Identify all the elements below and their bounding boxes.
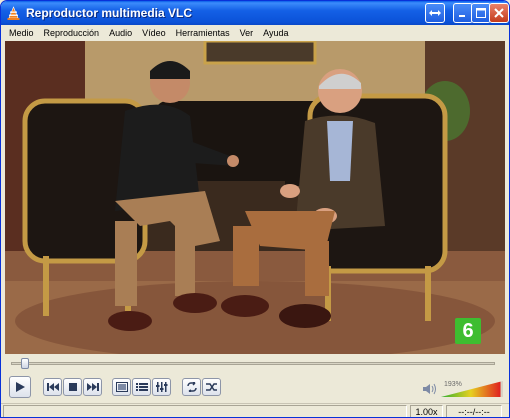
fullscreen-icon [115,382,128,392]
maximize-button[interactable] [471,3,491,23]
channel-logo: 6 [455,318,481,344]
seek-bar[interactable] [7,358,505,369]
control-panel: 193% [1,370,509,404]
menu-reproduccion[interactable]: Reproducción [39,28,105,38]
menu-medio[interactable]: Medio [4,28,39,38]
seek-track[interactable] [11,362,495,365]
vlc-cone-icon [6,5,21,21]
fullscreen-button[interactable] [112,378,131,396]
compact-mode-button[interactable] [425,3,445,23]
next-icon [86,383,99,391]
video-area[interactable]: 6 [5,41,505,354]
minimize-icon [459,15,465,17]
close-button[interactable] [489,3,509,23]
random-button[interactable] [202,378,221,396]
status-message [3,405,407,417]
shuffle-icon [205,383,217,391]
maximize-icon [476,8,486,18]
status-bar: 1.00x --:--/--:-- [1,403,509,417]
stop-icon [68,383,77,391]
title-bar[interactable]: Reproductor multimedia VLC [1,1,509,25]
video-frame [5,41,505,354]
menu-ayuda[interactable]: Ayuda [258,28,293,38]
previous-icon [46,383,59,391]
menu-audio[interactable]: Audio [104,28,137,38]
menu-ver[interactable]: Ver [235,28,259,38]
play-button[interactable] [9,376,31,398]
playback-speed[interactable]: 1.00x [410,405,443,417]
seek-handle[interactable] [20,358,29,369]
loop-icon [186,382,197,392]
volume-ramp [441,381,503,397]
close-icon [494,8,504,18]
playlist-icon [135,383,148,391]
loop-button[interactable] [182,378,201,396]
play-icon [16,382,25,392]
resize-arrows-icon [429,10,441,16]
extended-settings-icon [155,382,167,392]
playlist-button[interactable] [132,378,151,396]
extended-settings-button[interactable] [152,378,171,396]
minimize-button[interactable] [453,3,473,23]
menu-herramientas[interactable]: Herramientas [171,28,235,38]
speaker-icon [423,383,436,395]
time-display[interactable]: --:--/--:-- [446,405,502,417]
stop-button[interactable] [63,378,82,396]
window-title: Reproductor multimedia VLC [26,6,193,20]
volume-slider[interactable] [441,380,503,398]
next-button[interactable] [83,378,102,396]
mute-button[interactable] [423,382,437,395]
menu-video[interactable]: Vídeo [137,28,171,38]
menu-bar: Medio Reproducción Audio Vídeo Herramien… [1,25,509,40]
vlc-window: Reproductor multimedia VLC Medio Reprodu… [0,0,510,418]
previous-button[interactable] [43,378,62,396]
